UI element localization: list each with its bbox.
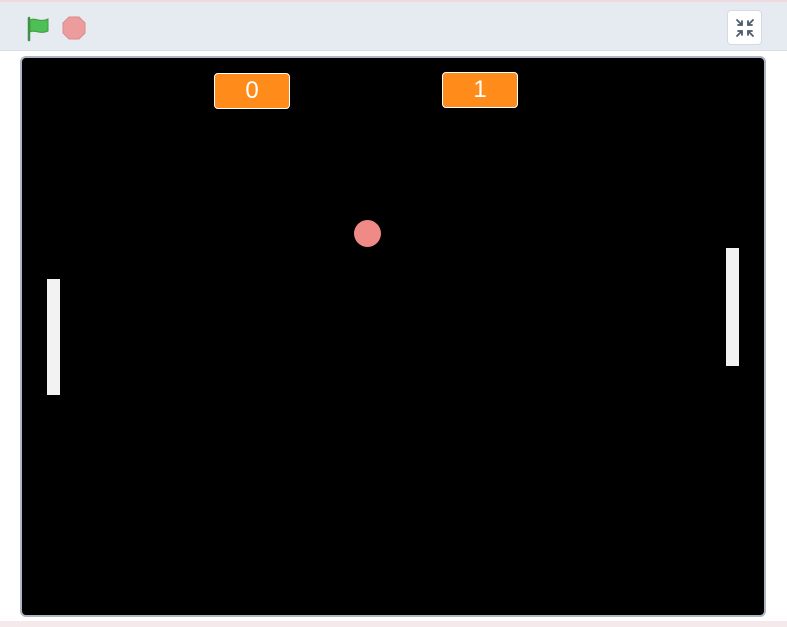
score-left: 0 — [214, 73, 290, 109]
stop-icon[interactable] — [62, 16, 86, 40]
bottom-border — [0, 621, 787, 627]
paddle-left — [47, 279, 60, 395]
ball — [354, 220, 381, 247]
paddle-right — [726, 248, 739, 366]
game-stage[interactable]: 0 1 — [20, 56, 766, 617]
exit-fullscreen-button[interactable] — [727, 10, 762, 45]
score-right: 1 — [442, 72, 518, 108]
stage-toolbar — [0, 2, 787, 51]
green-flag-icon[interactable] — [26, 16, 52, 42]
exit-fullscreen-icon — [736, 19, 754, 37]
